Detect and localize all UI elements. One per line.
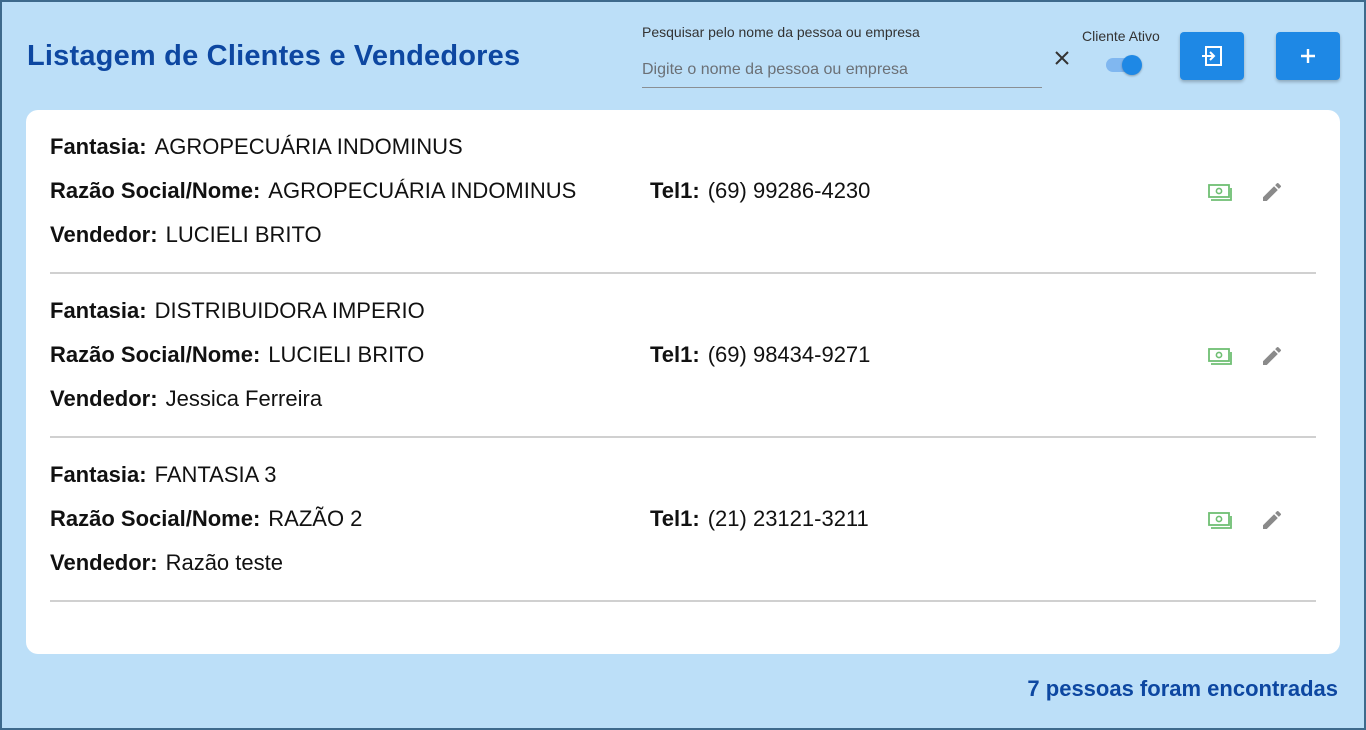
vendedor-field: Vendedor: LUCIELI BRITO	[50, 222, 322, 248]
vendedor-value: Razão teste	[165, 550, 283, 575]
tel-label: Tel1:	[650, 342, 700, 367]
razao-value: AGROPECUÁRIA INDOMINUS	[268, 178, 577, 203]
fantasia-value: FANTASIA 3	[154, 462, 277, 487]
clear-search-button[interactable]	[1052, 46, 1072, 70]
tel-field: Tel1: (69) 99286-4230	[650, 178, 870, 204]
active-client-toggle[interactable]	[1106, 54, 1142, 76]
add-button[interactable]	[1276, 32, 1340, 80]
pencil-icon[interactable]	[1260, 508, 1284, 532]
money-icon[interactable]	[1208, 510, 1232, 530]
vendedor-field: Vendedor: Jessica Ferreira	[50, 386, 322, 412]
search-label: Pesquisar pelo nome da pessoa ou empresa	[642, 24, 920, 40]
fantasia-label: Fantasia:	[50, 134, 147, 159]
client-row: Fantasia: FANTASIA 3 Razão Social/Nome: RA…	[50, 438, 1316, 602]
vendedor-label: Vendedor:	[50, 222, 158, 247]
fantasia-label: Fantasia:	[50, 462, 147, 487]
razao-field: Razão Social/Nome: AGROPECUÁRIA INDOMINUS	[50, 178, 576, 204]
vendedor-value: Jessica Ferreira	[165, 386, 323, 411]
tel-field: Tel1: (69) 98434-9271	[650, 342, 870, 368]
fantasia-value: DISTRIBUIDORA IMPERIO	[154, 298, 425, 323]
razao-label: Razão Social/Nome:	[50, 342, 261, 367]
pencil-icon[interactable]	[1260, 344, 1284, 368]
razao-label: Razão Social/Nome:	[50, 506, 261, 531]
fantasia-field: Fantasia: FANTASIA 3	[50, 462, 276, 488]
vendedor-label: Vendedor:	[50, 386, 158, 411]
fantasia-value: AGROPECUÁRIA INDOMINUS	[154, 134, 463, 159]
money-icon[interactable]	[1208, 182, 1232, 202]
result-count: 7 pessoas foram encontradas	[1027, 676, 1338, 701]
vendedor-label: Vendedor:	[50, 550, 158, 575]
razao-field: Razão Social/Nome: LUCIELI BRITO	[50, 342, 424, 368]
client-row: Fantasia: DISTRIBUIDORA IMPERIO Razão Soc…	[50, 274, 1316, 438]
money-icon[interactable]	[1208, 346, 1232, 366]
client-list-card: Fantasia: AGROPECUÁRIA INDOMINUS Razão So…	[26, 110, 1340, 654]
toggle-thumb	[1122, 55, 1142, 75]
tel-value: (21) 23121-3211	[707, 506, 869, 531]
razao-value: LUCIELI BRITO	[268, 342, 425, 367]
export-icon	[1202, 46, 1222, 66]
client-row: Fantasia: AGROPECUÁRIA INDOMINUS Razão So…	[50, 110, 1316, 274]
tel-value: (69) 99286-4230	[707, 178, 871, 203]
page-title: Listagem de Clientes e Vendedores	[27, 40, 521, 72]
fantasia-field: Fantasia: AGROPECUÁRIA INDOMINUS	[50, 134, 463, 160]
close-icon	[1055, 51, 1069, 65]
razao-label: Razão Social/Nome:	[50, 178, 261, 203]
fantasia-field: Fantasia: DISTRIBUIDORA IMPERIO	[50, 298, 425, 324]
tel-field: Tel1: (21) 23121-3211	[650, 506, 869, 532]
vendedor-value: LUCIELI BRITO	[165, 222, 322, 247]
vendedor-field: Vendedor: Razão teste	[50, 550, 283, 576]
search-input[interactable]	[642, 52, 1042, 88]
fantasia-label: Fantasia:	[50, 298, 147, 323]
razao-value: RAZÃO 2	[268, 506, 363, 531]
tel-label: Tel1:	[650, 178, 700, 203]
razao-field: Razão Social/Nome: RAZÃO 2	[50, 506, 362, 532]
plus-icon	[1301, 49, 1315, 63]
tel-label: Tel1:	[650, 506, 700, 531]
pencil-icon[interactable]	[1260, 180, 1284, 204]
tel-value: (69) 98434-9271	[707, 342, 871, 367]
toggle-label: Cliente Ativo	[1082, 28, 1160, 44]
export-button[interactable]	[1180, 32, 1244, 80]
